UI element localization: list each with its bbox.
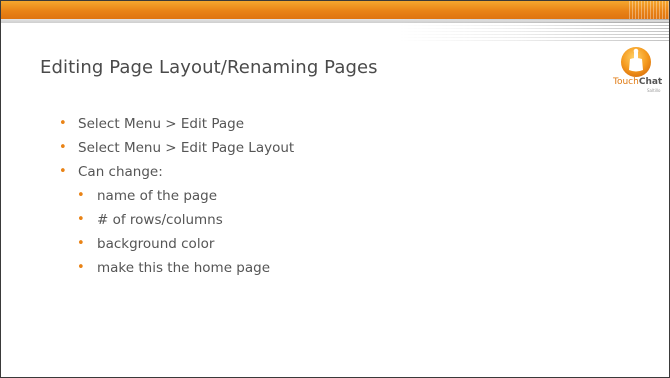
logo-wordmark: TouchChat [613, 77, 663, 87]
touchchat-logo: TouchChat Saltillo [613, 45, 663, 95]
logo-tagline: Saltillo [647, 88, 661, 93]
bullet-dot: • [59, 140, 67, 155]
bullet-text: Select Menu > Edit Page Layout [78, 140, 295, 156]
logo-word-touch: Touch [613, 77, 639, 87]
logo-word-chat: Chat [638, 77, 663, 87]
bullet-text: # of rows/columns [97, 212, 223, 228]
bullet-dot: • [59, 164, 67, 179]
bullet-text: background color [97, 236, 215, 252]
slide-title: Editing Page Layout/Renaming Pages [40, 57, 378, 78]
bullet-text: make this the home page [97, 260, 271, 276]
header-stripe-fade [399, 19, 669, 43]
bullet-text: Can change: [78, 164, 163, 180]
bullet-text: name of the page [97, 188, 218, 204]
header-orange-band [1, 1, 669, 19]
bullet-dot: • [77, 212, 85, 227]
header-stripe-pattern [629, 1, 669, 19]
bullet-dot: • [77, 236, 85, 251]
bullet-text: Select Menu > Edit Page [78, 116, 245, 132]
slide: Editing Page Layout/Renaming Pages Touch… [0, 0, 670, 378]
touchchat-hand-icon [621, 47, 651, 77]
bullet-dot: • [77, 260, 85, 275]
bullet-dot: • [59, 116, 67, 131]
bullet-dot: • [77, 188, 85, 203]
